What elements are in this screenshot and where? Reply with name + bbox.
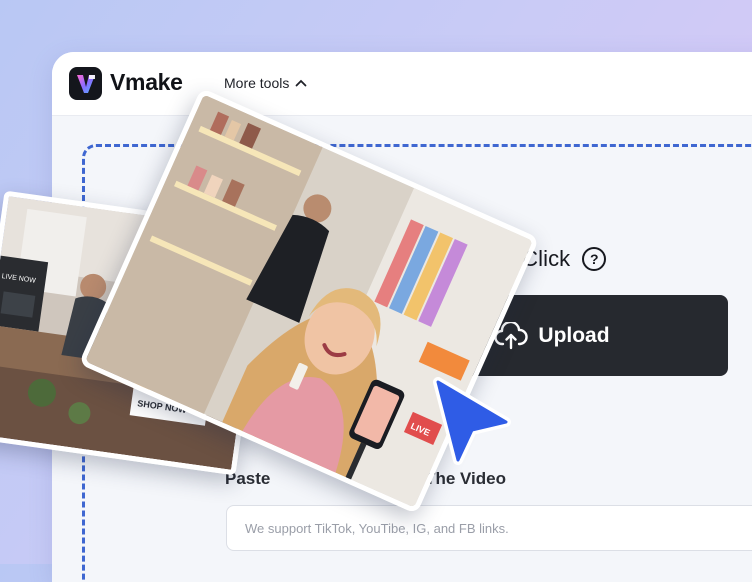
pointer-cursor-icon	[433, 377, 511, 465]
help-icon[interactable]: ?	[582, 247, 607, 271]
more-tools-menu[interactable]: More tools	[224, 75, 307, 91]
video-link-input[interactable]	[226, 505, 752, 551]
more-tools-label: More tools	[224, 75, 290, 91]
chevron-up-icon	[295, 79, 307, 87]
brand-name: Vmake	[110, 69, 183, 95]
top-header: Vmake More tools	[52, 52, 752, 116]
upload-button-label: Upload	[538, 323, 610, 347]
vmake-logo-icon[interactable]	[69, 67, 102, 100]
